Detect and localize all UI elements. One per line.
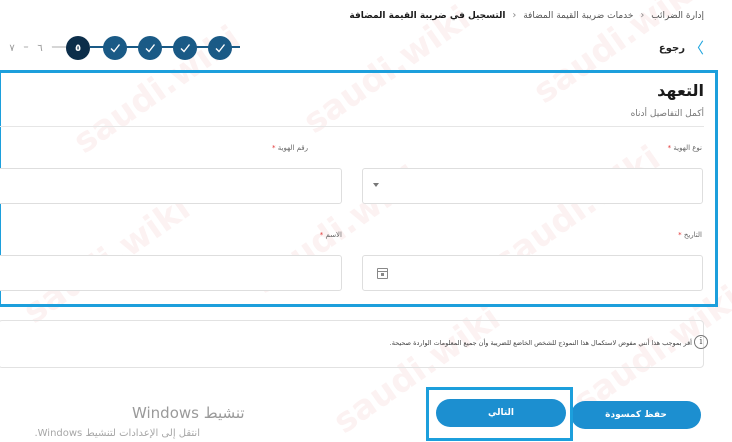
date-label: التاريخ * [678, 231, 702, 239]
chevron-left-icon: ‹ [640, 10, 645, 21]
step-5: ٥ [66, 36, 90, 60]
breadcrumb-item-vat-services[interactable]: خدمات ضريبة القيمة المضافة [523, 11, 633, 21]
step-6: ٦ [28, 36, 52, 60]
declaration-text: أقر بموجب هذا أنني مفوض لاستكمال هذا الن… [389, 339, 692, 347]
name-input[interactable] [0, 255, 342, 291]
progress-stepper: ٧ ٦ ٥ [0, 32, 240, 62]
date-picker[interactable] [362, 255, 703, 291]
form-title: التعهد [657, 81, 704, 100]
chevron-left-icon: ‹ [512, 10, 517, 21]
windows-activation-subtitle: انتقل إلى الإعدادات لتنشيط Windows. [34, 428, 200, 439]
id-type-select[interactable] [362, 168, 703, 204]
windows-activation-title: تنشيط Windows [132, 404, 245, 422]
breadcrumb-item-tax-admin[interactable]: إدارة الضرائب [651, 11, 704, 21]
divider [0, 126, 704, 127]
save-draft-button[interactable]: حفظ كمسودة [571, 401, 701, 429]
check-icon [145, 44, 156, 53]
check-icon [180, 44, 191, 53]
step-3 [138, 36, 162, 60]
breadcrumb-item-current: التسجيل في ضريبة القيمة المضافة [349, 11, 506, 21]
step-1 [208, 36, 232, 60]
back-label: رجوع [658, 43, 685, 54]
check-icon [110, 44, 121, 53]
name-label: الاسم * [319, 231, 342, 239]
step-2 [173, 36, 197, 60]
id-number-label: رقم الهوية * [272, 144, 308, 152]
chevron-right-icon: 〉 [688, 39, 704, 57]
id-number-input[interactable] [0, 168, 342, 204]
calendar-icon[interactable] [377, 268, 388, 279]
info-icon: i [694, 335, 708, 349]
id-type-label: نوع الهوية * [667, 144, 702, 152]
step-7: ٧ [0, 36, 24, 60]
form-subtitle: أكمل التفاصيل أدناه [630, 109, 704, 119]
breadcrumb: إدارة الضرائب ‹ خدمات ضريبة القيمة المضا… [349, 10, 704, 21]
step-4 [103, 36, 127, 60]
next-button[interactable]: التالي [436, 399, 566, 427]
back-link[interactable]: 〉 رجوع [659, 41, 704, 56]
chevron-down-icon [373, 183, 379, 187]
check-icon [215, 44, 226, 53]
